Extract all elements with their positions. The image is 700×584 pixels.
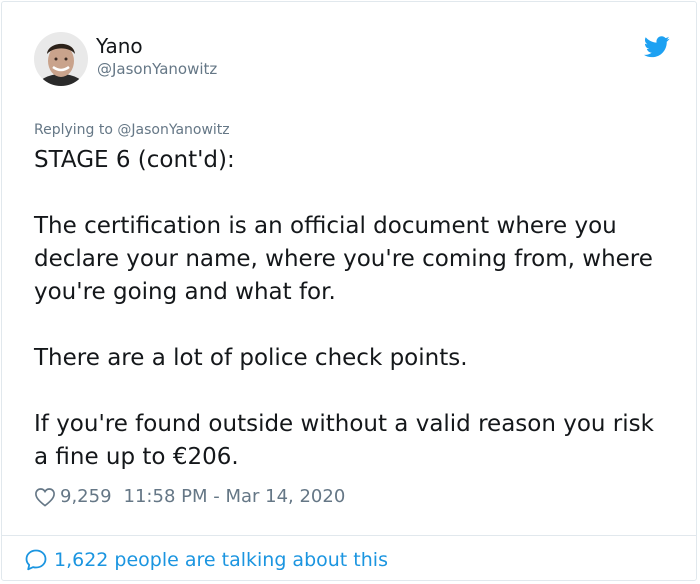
tweet-paragraph: STAGE 6 (cont'd): [34,147,235,173]
tweet-meta: 9,259 11:58 PM - Mar 14, 2020 [34,486,345,507]
author-name[interactable]: Yano [96,34,143,58]
like-count[interactable]: 9,259 [60,486,112,507]
heart-icon[interactable] [34,487,56,507]
embedded-tweet-card: Yano @JasonYanowitz Replying to @JasonYa… [1,1,697,581]
tweet-paragraph: There are a lot of police check points. [34,345,468,371]
tweet-paragraph: The certification is an official documen… [34,213,653,305]
avatar[interactable] [34,32,88,86]
avatar-image [34,32,88,86]
conversation-label: 1,622 people are talking about this [54,549,388,571]
conversation-link[interactable]: 1,622 people are talking about this [24,548,388,572]
twitter-bird-icon[interactable] [644,36,670,58]
tweet-text: STAGE 6 (cont'd): The certification is a… [34,144,674,507]
tweet-timestamp[interactable]: 11:58 PM - Mar 14, 2020 [124,486,346,507]
author-handle[interactable]: @JasonYanowitz [97,60,217,78]
replying-to-line[interactable]: Replying to @JasonYanowitz [34,122,230,138]
speech-bubble-icon [25,549,47,571]
tweet-paragraph: If you're found outside without a valid … [34,411,654,470]
divider [2,535,696,536]
